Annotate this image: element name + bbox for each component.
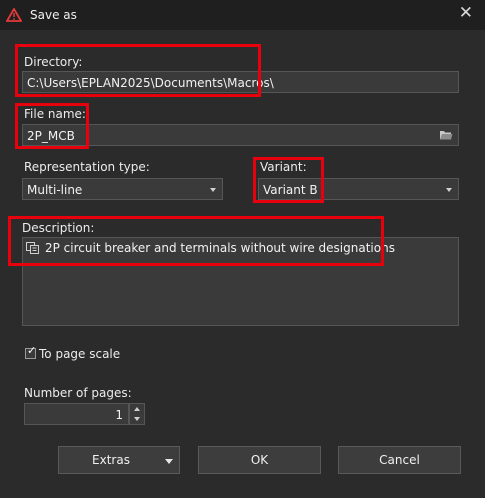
representation-type-select[interactable]: Multi-line	[22, 178, 223, 200]
chevron-up-icon[interactable]	[134, 407, 140, 411]
extras-label: Extras	[92, 453, 130, 467]
cancel-label: Cancel	[379, 453, 420, 467]
variant-value: Variant B	[263, 183, 318, 197]
to-page-scale-label: To page scale	[39, 347, 121, 361]
directory-field[interactable]: C:\Users\EPLAN2025\Documents\Macros\	[22, 71, 459, 93]
close-icon[interactable]: ✕	[459, 3, 473, 23]
ok-label: OK	[250, 453, 269, 467]
variant-select[interactable]: Variant B	[258, 178, 459, 200]
title-bar: Save as ✕	[0, 0, 485, 30]
description-label: Description:	[22, 221, 95, 235]
window-title: Save as	[30, 8, 77, 22]
extras-button[interactable]: Extras	[58, 446, 180, 474]
directory-value: C:\Users\EPLAN2025\Documents\Macros\	[27, 76, 274, 90]
caret-down-icon	[165, 459, 173, 464]
number-of-pages-label: Number of pages:	[24, 386, 132, 400]
file-name-input[interactable]: 2P_MCB	[22, 124, 459, 146]
number-of-pages-value: 1	[115, 408, 123, 422]
description-value: 2P circuit breaker and terminals without…	[45, 241, 395, 255]
variant-label: Variant:	[260, 160, 307, 174]
description-textarea[interactable]: 2P circuit breaker and terminals without…	[22, 237, 459, 326]
directory-label: Directory:	[24, 55, 83, 69]
language-text-icon	[26, 242, 39, 254]
file-name-label: File name:	[24, 107, 86, 121]
chevron-down-icon[interactable]	[134, 417, 140, 421]
chevron-down-icon	[210, 188, 216, 192]
chevron-down-icon	[446, 188, 452, 192]
representation-type-value: Multi-line	[27, 183, 83, 197]
to-page-scale-checkbox[interactable]: ✓	[25, 344, 36, 359]
number-of-pages-input[interactable]: 1	[24, 403, 129, 425]
eplan-warning-icon	[6, 8, 22, 22]
check-icon: ✓	[27, 344, 37, 357]
representation-type-label: Representation type:	[24, 160, 150, 174]
folder-open-icon[interactable]	[439, 129, 453, 141]
ok-button[interactable]: OK	[198, 446, 321, 474]
cancel-button[interactable]: Cancel	[338, 446, 461, 474]
number-of-pages-stepper[interactable]	[129, 403, 145, 425]
file-name-value: 2P_MCB	[27, 129, 75, 143]
